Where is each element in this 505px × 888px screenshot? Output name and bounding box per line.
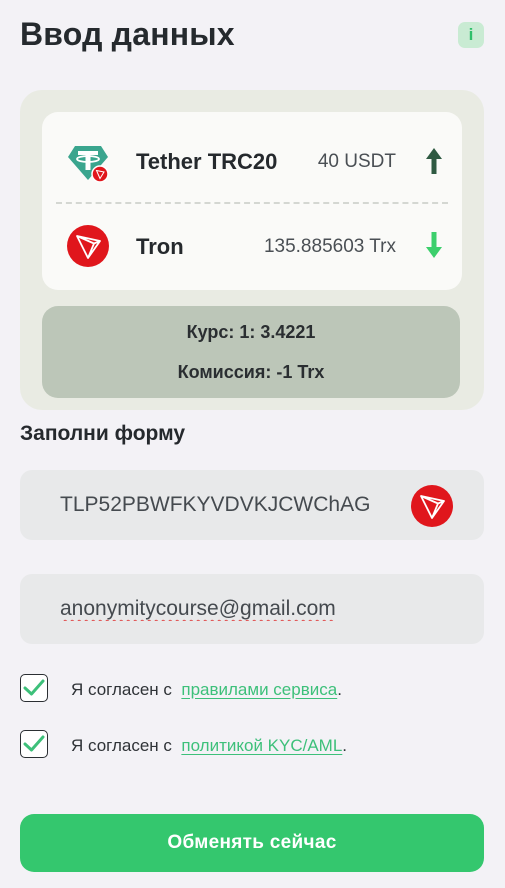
agreement-terms: Я согласен с правилами сервиса. [20, 674, 490, 706]
tron-icon [67, 225, 109, 267]
from-currency-amount: 40 USDT [317, 151, 396, 172]
kyc-link[interactable]: политикой KYC/AML [181, 736, 342, 755]
terms-checkbox[interactable] [20, 674, 48, 702]
checkmark-icon [23, 679, 45, 696]
exchange-summary-card: Tether TRC20 40 USDT Tron 135.885603 Trx… [20, 90, 484, 410]
email-input[interactable] [60, 574, 460, 644]
exchange-rate-text: Курс: 1: 3.4221 [186, 322, 316, 342]
from-currency-row: Tether TRC20 40 USDT [42, 140, 462, 200]
form-title: Заполни форму [20, 422, 186, 445]
terms-link[interactable]: правилами сервиса [181, 680, 337, 699]
email-field[interactable] [20, 574, 484, 644]
from-currency-name: Tether TRC20 [136, 149, 278, 174]
kyc-label-prefix: Я согласен с [71, 736, 172, 755]
to-currency-amount: 135.885603 Trx [263, 236, 396, 257]
wallet-address-input[interactable] [60, 470, 435, 540]
terms-label-suffix: . [337, 680, 342, 699]
kyc-label: Я согласен с политикой KYC/AML. [71, 736, 347, 756]
checkmark-icon [23, 735, 45, 752]
rate-info-box: Курс: 1: 3.4221 Комиссия: -1 Trx [42, 306, 460, 398]
tether-trc20-icon [68, 146, 109, 183]
exchange-pair-panel: Tether TRC20 40 USDT Tron 135.885603 Trx [42, 112, 462, 290]
page-title: Ввод данных [20, 16, 235, 52]
info-button[interactable]: i [458, 22, 484, 48]
to-currency-name: Tron [136, 234, 184, 259]
terms-label-prefix: Я согласен с [71, 680, 172, 699]
arrow-up-icon [426, 148, 442, 174]
to-currency-row: Tron 135.885603 Trx [42, 225, 462, 304]
terms-label: Я согласен с правилами сервиса. [71, 680, 342, 700]
tron-icon [411, 485, 453, 527]
kyc-checkbox[interactable] [20, 730, 48, 758]
agreement-kyc: Я согласен с политикой KYC/AML. [20, 730, 490, 762]
arrow-down-icon [426, 232, 442, 258]
fee-text: Комиссия: -1 Trx [177, 362, 325, 382]
pair-divider [56, 202, 448, 204]
wallet-address-field[interactable] [20, 470, 484, 540]
kyc-label-suffix: . [342, 736, 348, 755]
exchange-now-button[interactable]: Обменять сейчас [20, 814, 484, 872]
